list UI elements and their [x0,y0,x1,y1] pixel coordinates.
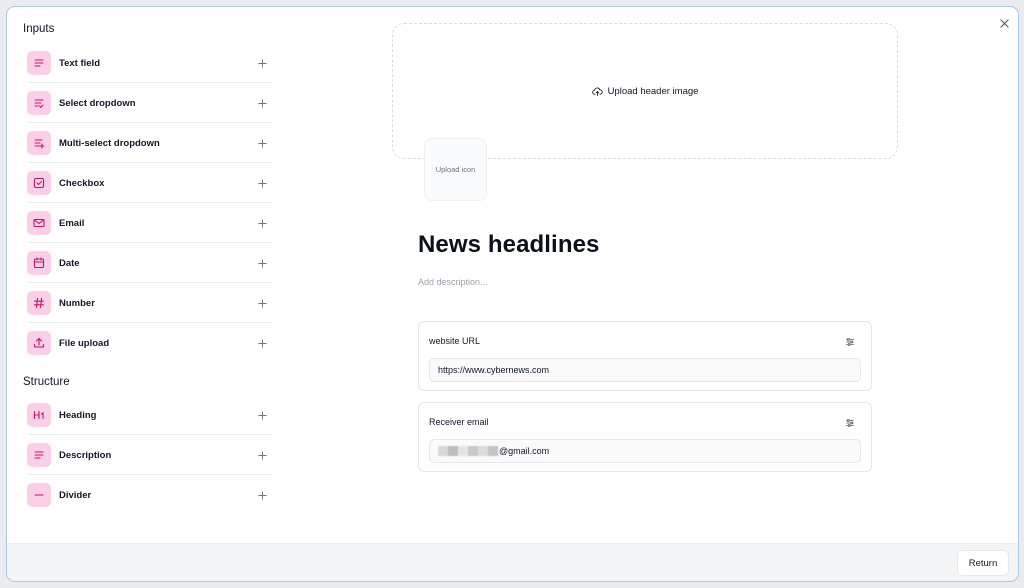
hash-icon [27,291,51,315]
heading-icon [27,403,51,427]
palette-item-file-upload[interactable]: File upload [27,323,273,363]
palette-item-label: Text field [59,57,100,69]
upload-icon [27,331,51,355]
redacted-text [438,446,498,456]
list-check-icon [27,91,51,115]
plus-icon[interactable] [257,138,267,148]
palette-item-text-field[interactable]: Text field [27,43,273,83]
sliders-icon [846,338,854,346]
palette-item-multi-select-dropdown[interactable]: Multi-select dropdown [27,123,273,163]
minus-icon [27,483,51,507]
website-url-input[interactable]: https://www.cybernews.com [429,358,861,382]
plus-icon[interactable] [257,58,267,68]
field-label: Receiver email [429,417,489,427]
plus-icon[interactable] [257,98,267,108]
close-button[interactable] [997,16,1011,30]
plus-icon[interactable] [257,450,267,460]
structure-section-title: Structure [23,376,70,388]
palette-item-label: Date [59,257,80,269]
palette-item-label: Select dropdown [59,97,136,109]
list-plus-icon [27,131,51,155]
plus-icon[interactable] [257,338,267,348]
field-label: website URL [429,336,481,346]
plus-icon[interactable] [257,298,267,308]
field-settings-button[interactable] [844,417,856,429]
modal-footer: Return [7,543,1018,581]
field-settings-button[interactable] [844,336,856,348]
description-input[interactable]: Add description... [418,277,488,287]
palette-item-label: Multi-select dropdown [59,137,160,149]
calendar-icon [27,251,51,275]
palette-item-select-dropdown[interactable]: Select dropdown [27,83,273,123]
plus-icon[interactable] [257,490,267,500]
palette-item-label: Number [59,297,95,309]
palette-item-label: Heading [59,409,97,421]
close-icon [999,18,1009,28]
palette-item-label: File upload [59,337,110,349]
form-title[interactable]: News headlines [418,231,599,259]
palette-item-divider[interactable]: Divider [27,475,273,515]
form-field-card: website URL https://www.cybernews.com [418,321,872,391]
receiver-email-input[interactable]: @gmail.com [429,439,861,463]
checkbox-icon [27,171,51,195]
text-lines-icon [27,51,51,75]
palette-item-number[interactable]: Number [27,283,273,323]
receiver-email-value: @gmail.com [499,446,550,456]
palette-item-label: Description [59,449,112,461]
form-field-card: Receiver email @gmail.com [418,402,872,472]
form-builder-modal: Inputs Text field Select dropdown Multi-… [6,6,1019,582]
palette-item-checkbox[interactable]: Checkbox [27,163,273,203]
palette-item-label: Checkbox [59,177,105,189]
plus-icon[interactable] [257,410,267,420]
palette-item-date[interactable]: Date [27,243,273,283]
sliders-icon [846,419,854,427]
palette-item-heading[interactable]: Heading [27,395,273,435]
mail-icon [27,211,51,235]
upload-header-image-label: Upload header image [607,85,699,97]
website-url-value: https://www.cybernews.com [438,365,550,375]
return-button[interactable]: Return [957,550,1009,576]
upload-icon-button[interactable]: Upload icon [424,138,487,201]
text-lines-icon [27,443,51,467]
plus-icon[interactable] [257,218,267,228]
palette-item-description[interactable]: Description [27,435,273,475]
plus-icon[interactable] [257,178,267,188]
palette-item-label: Email [59,217,85,229]
palette-item-label: Divider [59,489,92,501]
cloud-upload-icon [591,87,603,96]
palette-item-email[interactable]: Email [27,203,273,243]
plus-icon[interactable] [257,258,267,268]
inputs-section-title: Inputs [23,23,55,35]
upload-icon-label: Upload icon [435,165,476,174]
